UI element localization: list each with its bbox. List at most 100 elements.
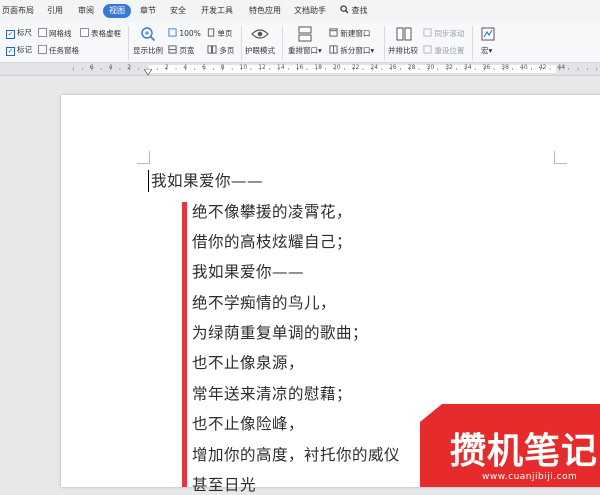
- horizontal-ruler[interactable]: 6 4 2 2 4 6 8 10 12 14 16 18 20 22 24 26 28 30 32 34 36 38 40 4…: [0, 63, 600, 76]
- ruler-number: 8: [220, 64, 225, 71]
- poem-line: 我如果爱你——: [151, 172, 264, 190]
- zoom-100-icon: [168, 28, 177, 37]
- new-window-button[interactable]: 新建窗口: [329, 28, 370, 39]
- single-page-button[interactable]: 单页: [207, 28, 232, 39]
- ruler-number: 26: [389, 64, 397, 71]
- ruler-number: 38: [501, 64, 509, 71]
- ruler-number: 36: [482, 64, 491, 71]
- ruler-number: 2: [164, 64, 169, 71]
- checkbox-empty-icon: [38, 45, 47, 54]
- menu-page-layout[interactable]: 页面布局: [2, 4, 34, 18]
- split-window-label: 拆分窗口: [340, 46, 371, 55]
- sync-scroll-button[interactable]: 同步滚动: [423, 28, 464, 39]
- checkbox-table-gridlines[interactable]: 表格虚框: [80, 28, 121, 39]
- ruler-number: 4: [183, 64, 188, 71]
- checkbox-label: 任务窗格: [49, 46, 79, 55]
- ruler-number: 2: [127, 64, 132, 71]
- checkbox-label: 表格虚框: [91, 29, 121, 38]
- divider: [472, 26, 473, 60]
- menu-doc-assistant[interactable]: 文档助手: [294, 4, 326, 18]
- paragraph-marker-bar: [182, 202, 187, 487]
- side-by-side-icon: [396, 27, 412, 41]
- check-icon: ✓: [6, 47, 15, 56]
- page-width-button[interactable]: 页宽: [168, 45, 194, 56]
- macro-button[interactable]: 宏▾: [481, 46, 492, 56]
- multi-page-button[interactable]: 多页: [207, 45, 234, 56]
- checkbox-empty-icon: [80, 28, 89, 37]
- ruler-number: 28: [407, 64, 416, 71]
- ruler-number: 34: [463, 64, 472, 71]
- single-page-icon: [207, 28, 215, 37]
- menu-security[interactable]: 安全: [170, 4, 186, 18]
- page-width-icon: [168, 45, 177, 54]
- arrange-window-icon: [298, 26, 312, 42]
- reset-position-button[interactable]: 重设位置: [423, 45, 464, 56]
- checkbox-ruler[interactable]: ✓ 标尺: [6, 28, 32, 39]
- eye-protection-button[interactable]: 护眼模式: [245, 46, 275, 56]
- ruler-number: 14: [276, 64, 285, 71]
- ruler-number: 16: [295, 64, 304, 71]
- ruler-number: 10: [239, 64, 248, 71]
- show-ratio-button[interactable]: 显示比例: [133, 46, 163, 56]
- poem-line: 也不止像泉源，: [192, 354, 305, 372]
- menu-review[interactable]: 审阅: [78, 4, 94, 18]
- watermark-title: 攒机笔记: [450, 431, 599, 472]
- zoom-icon: [141, 27, 156, 42]
- view-ribbon: ✓ 标尺 网格线 表格虚框 ✓ 标记 任务窗格 显示比例 100% 页宽 单页 多页…: [0, 22, 600, 63]
- ruler-number: 42: [538, 64, 547, 71]
- ruler-number: 40: [520, 64, 528, 71]
- zoom-100-button[interactable]: 100%: [168, 28, 201, 39]
- checkbox-task-pane[interactable]: 任务窗格: [38, 45, 79, 56]
- logo-notch: [420, 404, 442, 422]
- checkbox-label: 标尺: [17, 28, 32, 37]
- new-window-icon: [329, 28, 338, 37]
- indent-marker-icon[interactable]: [144, 69, 152, 76]
- watermark-logo: 攒机笔记 www.cuanjibiji.com: [420, 404, 600, 487]
- checkbox-empty-icon: [38, 28, 47, 37]
- ruler-number: 24: [370, 64, 379, 71]
- search-label: 查找: [351, 6, 368, 15]
- ruler-number: 6: [89, 64, 94, 71]
- split-window-icon: [329, 45, 338, 54]
- sync-scroll-icon: [423, 28, 432, 37]
- eye-icon: [251, 29, 269, 39]
- menu-developer-tools[interactable]: 开发工具: [201, 4, 233, 18]
- ruler-number: 32: [445, 64, 453, 71]
- poem-line: 常年送来清凉的慰藉；: [192, 385, 353, 403]
- ruler-number: 20: [333, 64, 341, 71]
- menu-section[interactable]: 章节: [140, 4, 156, 18]
- divider: [128, 26, 129, 60]
- ruler-number: 12: [258, 64, 266, 71]
- checkbox-markup[interactable]: ✓ 标记: [6, 45, 32, 56]
- menu-special-apps[interactable]: 特色应用: [249, 4, 281, 18]
- ruler-number: 6: [202, 64, 206, 71]
- macro-icon: [481, 27, 495, 41]
- poem-line: 绝不像攀援的凌霄花，: [192, 203, 353, 221]
- margin-corner-top-left: [137, 151, 150, 164]
- divider: [241, 26, 242, 60]
- arrange-window-button[interactable]: 重排窗口▾: [288, 46, 322, 56]
- poem-line: 绝不学痴情的鸟儿，: [192, 294, 337, 312]
- split-window-button[interactable]: 拆分窗口▾: [329, 45, 374, 56]
- menu-bar: 页面布局 引用 审阅 视图 章节 安全 开发工具 特色应用 文档助手 查找: [0, 0, 600, 23]
- side-by-side-button[interactable]: 并排比较: [388, 46, 418, 56]
- dropdown-arrow-icon: ▾: [488, 46, 493, 55]
- sync-scroll-label: 同步滚动: [434, 29, 465, 38]
- menu-view[interactable]: 视图: [103, 4, 131, 18]
- text-cursor: [148, 170, 149, 192]
- margin-corner-top-right: [554, 151, 567, 164]
- poem-line: 甚至日光: [192, 476, 257, 494]
- page-width-label: 页宽: [179, 46, 195, 55]
- ruler-number: 4: [108, 64, 113, 71]
- search-button[interactable]: 查找: [340, 4, 368, 18]
- poem-line: 增加你的高度，衬托你的威仪: [192, 446, 401, 464]
- multi-page-icon: [207, 45, 217, 54]
- poem-line: 我如果爱你——: [192, 263, 305, 281]
- ruler-number: 44: [557, 64, 566, 71]
- divider: [384, 26, 385, 60]
- single-page-label: 单页: [217, 29, 233, 38]
- dropdown-arrow-icon: ▾: [318, 46, 322, 55]
- reset-position-label: 重设位置: [434, 46, 465, 55]
- checkbox-gridlines[interactable]: 网格线: [38, 28, 72, 39]
- menu-references[interactable]: 引用: [47, 4, 63, 18]
